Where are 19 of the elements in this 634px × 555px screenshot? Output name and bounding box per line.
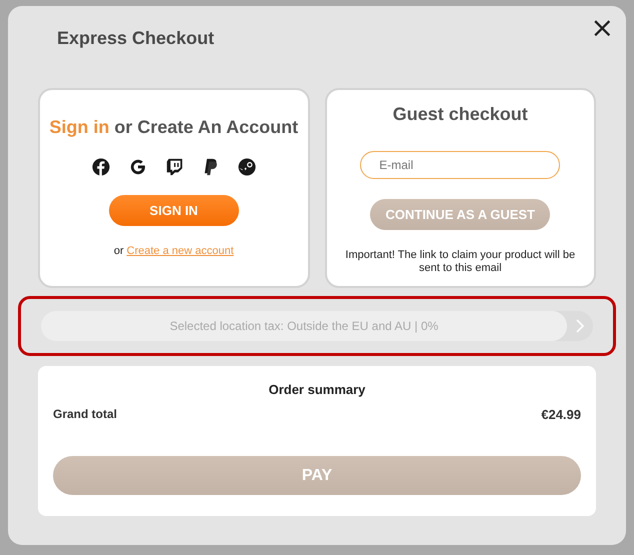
close-button[interactable]: × bbox=[586, 14, 618, 42]
steam-icon[interactable] bbox=[238, 158, 256, 176]
twitch-icon[interactable] bbox=[166, 158, 184, 176]
grand-total-label: Grand total bbox=[53, 407, 118, 422]
create-account-link[interactable]: Create a new account bbox=[126, 245, 234, 257]
sign-in-button[interactable]: SIGN IN bbox=[108, 195, 239, 226]
paypal-icon[interactable] bbox=[202, 158, 219, 176]
card-heading: Guest checkout bbox=[392, 104, 528, 125]
or-label: or bbox=[114, 245, 124, 257]
tax-selector[interactable]: Selected location tax: Outside the EU and AU | 0% bbox=[41, 311, 593, 341]
card-heading: Sign in or Create An Account bbox=[49, 117, 298, 138]
email-note: Important! The link to claim your product will be sent to this email bbox=[344, 249, 576, 275]
email-field[interactable]: E-mail bbox=[360, 151, 560, 179]
summary-title: Order summary bbox=[268, 382, 366, 397]
grand-total-value: €24.99 bbox=[541, 407, 581, 422]
facebook-icon[interactable] bbox=[92, 158, 110, 176]
g-letter-icon[interactable] bbox=[128, 158, 147, 176]
chevron-right-icon bbox=[575, 318, 585, 334]
window-title: Express Checkout bbox=[57, 28, 214, 48]
